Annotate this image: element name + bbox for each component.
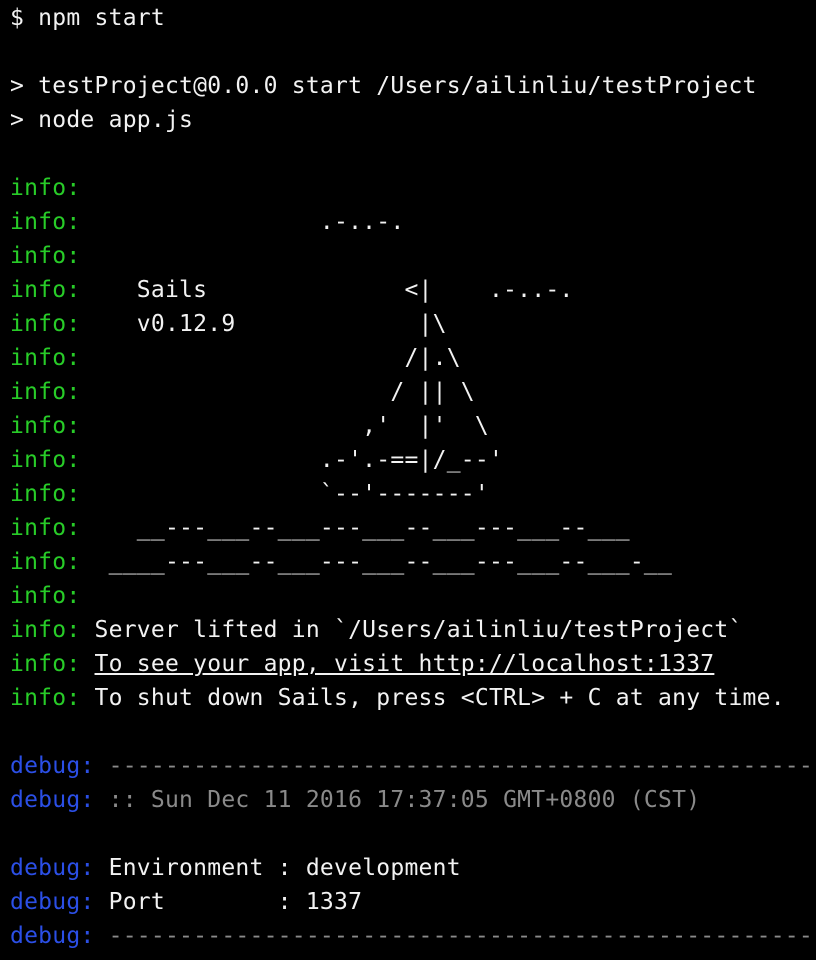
- terminal-line: > node app.js: [10, 103, 816, 137]
- terminal-line: info: Sails <| .-..-.: [10, 273, 816, 307]
- log-message: /|.\: [94, 345, 461, 371]
- terminal-line: debug: ---------------------------------…: [10, 749, 816, 783]
- log-message: .-..-.: [94, 209, 405, 235]
- terminal-line: info: To shut down Sails, press <CTRL> +…: [10, 681, 816, 715]
- log-message: .-'.-==|/_--': [94, 447, 504, 473]
- log-message: :: Sun Dec 11 2016 17:37:05 GMT+0800 (CS…: [108, 787, 701, 813]
- terminal-line: debug: Environment : development: [10, 851, 816, 885]
- log-message: ----------------------------------------…: [108, 923, 816, 949]
- info-prefix: info:: [10, 277, 81, 303]
- terminal-line: info: /|.\: [10, 341, 816, 375]
- log-message: / || \: [94, 379, 475, 405]
- terminal-line: info: / || \: [10, 375, 816, 409]
- log-message: Port : 1337: [108, 889, 363, 915]
- log-message: `--'-------': [94, 481, 489, 507]
- terminal-line: $ npm start: [10, 1, 816, 35]
- info-prefix: info:: [10, 651, 81, 677]
- info-prefix: info:: [10, 209, 81, 235]
- terminal-line: info: Server lifted in `/Users/ailinliu/…: [10, 613, 816, 647]
- info-prefix: info:: [10, 583, 81, 609]
- log-message: __---___--___---___--___---___--___: [94, 515, 630, 541]
- debug-prefix: debug:: [10, 923, 95, 949]
- terminal-line: info: .-'.-==|/_--': [10, 443, 816, 477]
- info-prefix: info:: [10, 481, 81, 507]
- info-prefix: info:: [10, 549, 81, 575]
- terminal-line: info: __---___--___---___--___---___--__…: [10, 511, 816, 545]
- debug-prefix: debug:: [10, 753, 95, 779]
- terminal-line: info: .-..-.: [10, 205, 816, 239]
- terminal-line: info:: [10, 579, 816, 613]
- log-message: ----------------------------------------…: [108, 753, 816, 779]
- terminal-line: info:: [10, 239, 816, 273]
- debug-prefix: debug:: [10, 889, 95, 915]
- debug-prefix: debug:: [10, 787, 95, 813]
- command-text: > testProject@0.0.0 start /Users/ailinli…: [10, 73, 757, 99]
- info-prefix: info:: [10, 413, 81, 439]
- terminal-output: $ npm start > testProject@0.0.0 start /Us…: [10, 1, 816, 953]
- info-prefix: info:: [10, 379, 81, 405]
- terminal-line: info: v0.12.9 |\: [10, 307, 816, 341]
- info-prefix: info:: [10, 447, 81, 473]
- debug-prefix: debug:: [10, 855, 95, 881]
- command-text: > node app.js: [10, 107, 194, 133]
- command-text: $ npm start: [10, 5, 165, 31]
- log-message: To shut down Sails, press <CTRL> + C at …: [94, 685, 785, 711]
- log-message: Sails <| .-..-.: [94, 277, 574, 303]
- terminal-line: info: To see your app, visit http://loca…: [10, 647, 816, 681]
- info-prefix: info:: [10, 243, 81, 269]
- info-prefix: info:: [10, 515, 81, 541]
- terminal-line: debug: ---------------------------------…: [10, 919, 816, 953]
- info-prefix: info:: [10, 685, 81, 711]
- terminal-line: > testProject@0.0.0 start /Users/ailinli…: [10, 69, 816, 103]
- info-prefix: info:: [10, 175, 81, 201]
- terminal-line: info: ____---___--___---___--___---___--…: [10, 545, 816, 579]
- localhost-link[interactable]: To see your app, visit http://localhost:…: [95, 651, 715, 677]
- info-prefix: info:: [10, 345, 81, 371]
- info-prefix: info:: [10, 617, 81, 643]
- log-message: v0.12.9 |\: [94, 311, 447, 337]
- terminal-line: info: `--'-------': [10, 477, 816, 511]
- terminal-line: info: ,' |' \: [10, 409, 816, 443]
- terminal-line: info:: [10, 171, 816, 205]
- info-prefix: info:: [10, 311, 81, 337]
- log-message: ____---___--___---___--___---___--___-__: [94, 549, 673, 575]
- terminal-line: debug: Port : 1337: [10, 885, 816, 919]
- log-message: Environment : development: [108, 855, 461, 881]
- terminal-line: debug: :: Sun Dec 11 2016 17:37:05 GMT+0…: [10, 783, 816, 817]
- log-message: Server lifted in `/Users/ailinliu/testPr…: [94, 617, 743, 643]
- log-message: ,' |' \: [94, 413, 489, 439]
